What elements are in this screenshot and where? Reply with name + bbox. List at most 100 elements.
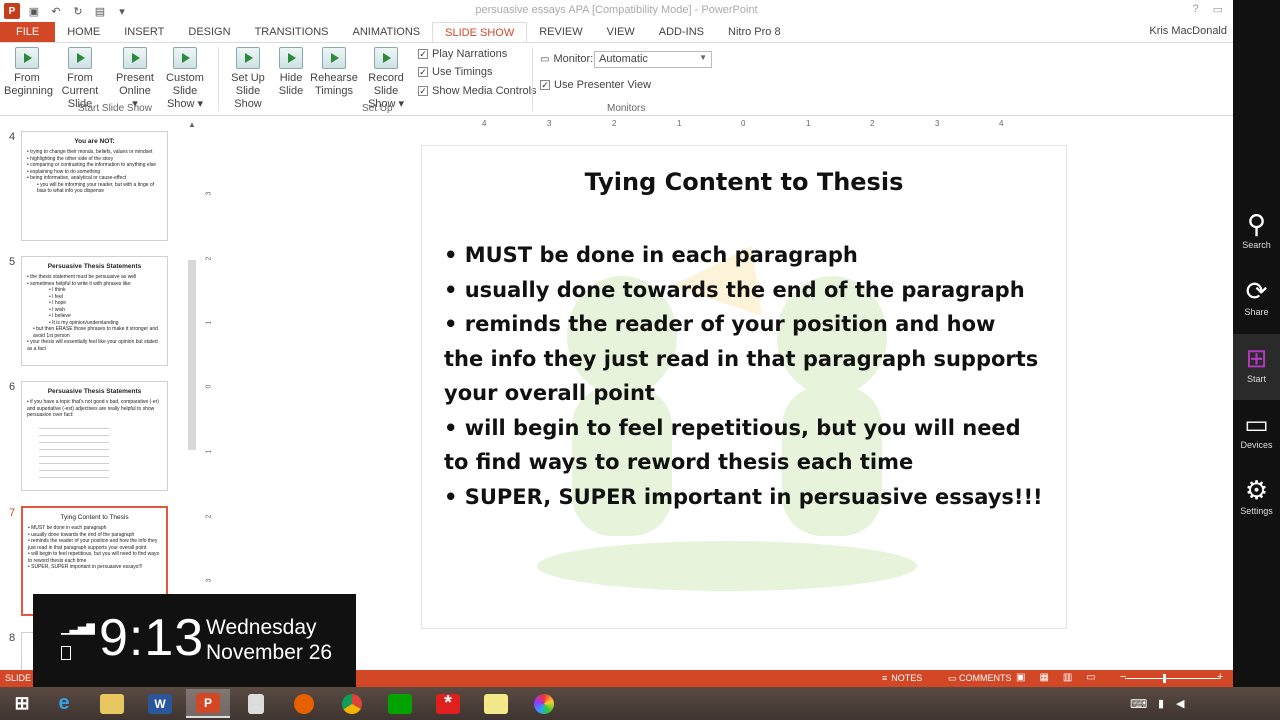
volume-icon[interactable]: ◀ [1176, 697, 1184, 710]
charm-start[interactable]: ⊞ Start [1233, 334, 1280, 400]
checkbox-label: Show Media Controls [432, 85, 537, 97]
taskbar-word[interactable]: W [138, 689, 182, 718]
thumbnail-line: • but then ERASE those phrases to make i… [33, 326, 158, 339]
zoom-out-icon[interactable]: − [1120, 671, 1126, 683]
taskbar-internet-explorer[interactable]: e [42, 689, 86, 718]
taskbar-file-explorer[interactable] [90, 689, 134, 718]
present-online-button[interactable]: Present Online ▾ [115, 47, 155, 111]
charm-label: Share [1244, 307, 1269, 317]
tab-file[interactable]: FILE [0, 22, 56, 42]
slide-body-text[interactable]: • MUST be done in each paragraph • usual… [444, 238, 1054, 514]
rehearse-timings-button[interactable]: Rehearse Timings [310, 47, 358, 98]
help-icon[interactable]: ? [1192, 3, 1198, 16]
ruler-label: 0 [205, 384, 213, 389]
normal-view-icon[interactable]: ▣ [1016, 672, 1025, 683]
charm-search[interactable]: ⚲ Search [1233, 208, 1280, 250]
tab-animations[interactable]: ANIMATIONS [341, 22, 433, 42]
use-presenter-view-checkbox[interactable]: ✓ Use Presenter View [540, 79, 651, 91]
monitor-select[interactable]: Automatic ▼ [594, 51, 712, 68]
ruler-label: 2 [612, 119, 617, 128]
thumbnail-line: • will begin to feel repetitious, but yo… [28, 551, 159, 564]
ruler-label: 4 [999, 119, 1004, 128]
set-up-slide-show-button[interactable]: Set Up Slide Show [222, 47, 274, 111]
ruler-label: 3 [205, 578, 213, 583]
from-beginning-button[interactable]: From Beginning [4, 47, 53, 98]
tab-slide-show[interactable]: SLIDE SHOW [432, 22, 528, 42]
taskbar-powerpoint[interactable]: P [186, 689, 230, 718]
thumbnail-line: • your thesis will essentially feel like… [27, 339, 158, 352]
tab-nitro-pro[interactable]: Nitro Pro 8 [716, 22, 793, 42]
hide-slide-button[interactable]: Hide Slide [276, 47, 306, 98]
word-icon: W [148, 693, 172, 714]
taskbar-firefox[interactable] [282, 689, 326, 718]
gear-icon: ⚙ [1244, 475, 1269, 505]
slide-thumbnail-4[interactable]: You are NOT: • trying to change their mo… [21, 131, 168, 241]
thumbnail-title: Persuasive Thesis Statements [47, 388, 142, 395]
notes-button[interactable]: ≡ NOTES [882, 673, 922, 683]
button-label: Record Slide [368, 72, 404, 97]
from-current-slide-button[interactable]: From Current Slide [50, 47, 110, 111]
tab-home[interactable]: HOME [55, 22, 112, 42]
keyboard-icon[interactable]: ⌨ [1130, 697, 1147, 711]
thumbnail-title: You are NOT: [74, 138, 115, 145]
tab-view[interactable]: VIEW [595, 22, 647, 42]
ruler-label: 1 [806, 119, 811, 128]
show-media-controls-checkbox[interactable]: ✓ Show Media Controls [418, 85, 537, 97]
ruler-label: 2 [205, 514, 213, 519]
play-narrations-checkbox[interactable]: ✓ Play Narrations [418, 48, 507, 60]
group-separator [532, 47, 533, 111]
thumbnail-line: • you will be informing your reader, but… [37, 181, 155, 195]
taskbar-calculator[interactable] [234, 689, 278, 718]
slide-sorter-icon[interactable]: ▦ [1039, 672, 1048, 683]
button-label: Present [116, 72, 154, 84]
button-label: Slide Show [234, 85, 262, 110]
user-name[interactable]: Kris MacDonald [1149, 25, 1227, 37]
custom-slide-show-button[interactable]: Custom Slide Show ▾ [155, 47, 215, 111]
tab-design[interactable]: DESIGN [176, 22, 242, 42]
zoom-slider-thumb[interactable] [1163, 674, 1166, 683]
windows-start-button[interactable]: ⊞ [0, 689, 44, 718]
scroll-up-icon[interactable]: ▲ [186, 120, 198, 129]
thumbnails-scrollbar[interactable]: ▲ [186, 120, 198, 590]
record-slide-show-button[interactable]: Record Slide Show ▾ [357, 47, 415, 111]
slide-title[interactable]: Tying Content to Thesis [422, 168, 1066, 196]
ribbon-display-icon[interactable]: ▭ [1213, 3, 1223, 16]
tab-review[interactable]: REVIEW [527, 22, 594, 42]
monitor-label: ▭ Monitor: [540, 53, 593, 65]
slide-thumbnail-5[interactable]: Persuasive Thesis Statements • the thesi… [21, 256, 168, 366]
current-slide[interactable]: Tying Content to Thesis • MUST be done i… [421, 145, 1067, 629]
slide-thumbnails-panel[interactable]: 4 You are NOT: • trying to change their … [0, 117, 200, 670]
slide-show-view-icon[interactable]: ▭ [1086, 672, 1095, 683]
taskbar-app-star[interactable]: * [426, 689, 470, 718]
battery-icon [61, 646, 71, 660]
thumbnail-number: 6 [9, 381, 16, 393]
use-timings-checkbox[interactable]: ✓ Use Timings [418, 66, 493, 78]
tab-add-ins[interactable]: ADD-INS [647, 22, 716, 42]
scrollbar-thumb[interactable] [188, 260, 196, 450]
tab-transitions[interactable]: TRANSITIONS [243, 22, 341, 42]
chevron-down-icon: ▼ [699, 53, 707, 62]
button-label: From [67, 72, 93, 84]
slide-body-line: to find ways to reword thesis each time [444, 450, 914, 474]
taskbar-chrome[interactable] [330, 689, 374, 718]
taskbar-store[interactable] [378, 689, 422, 718]
zoom-in-icon[interactable]: + [1217, 671, 1223, 683]
taskbar-color-app[interactable] [522, 689, 566, 718]
ruler-label: 1 [205, 449, 213, 454]
charm-settings[interactable]: ⚙ Settings [1233, 474, 1280, 516]
zoom-slider[interactable] [1125, 678, 1220, 679]
network-icon[interactable]: ▮ [1158, 697, 1164, 710]
reading-view-icon[interactable]: ▥ [1063, 672, 1072, 683]
slide-thumbnail-6[interactable]: Persuasive Thesis Statements • if you ha… [21, 381, 168, 491]
thumbnail-number: 8 [9, 632, 16, 644]
button-label: Set Up [231, 72, 265, 84]
charm-devices[interactable]: ▭ Devices [1233, 408, 1280, 450]
tab-insert[interactable]: INSERT [112, 22, 176, 42]
slide-body-line: the info they just read in that paragrap… [444, 346, 1039, 371]
charm-label: Devices [1240, 440, 1273, 450]
group-label-monitors: Monitors [607, 103, 646, 114]
charm-share[interactable]: ⟳ Share [1233, 275, 1280, 317]
taskbar-sticky-notes[interactable] [474, 689, 518, 718]
comments-button[interactable]: ▭ COMMENTS [948, 673, 1012, 684]
button-label: From [14, 72, 40, 84]
